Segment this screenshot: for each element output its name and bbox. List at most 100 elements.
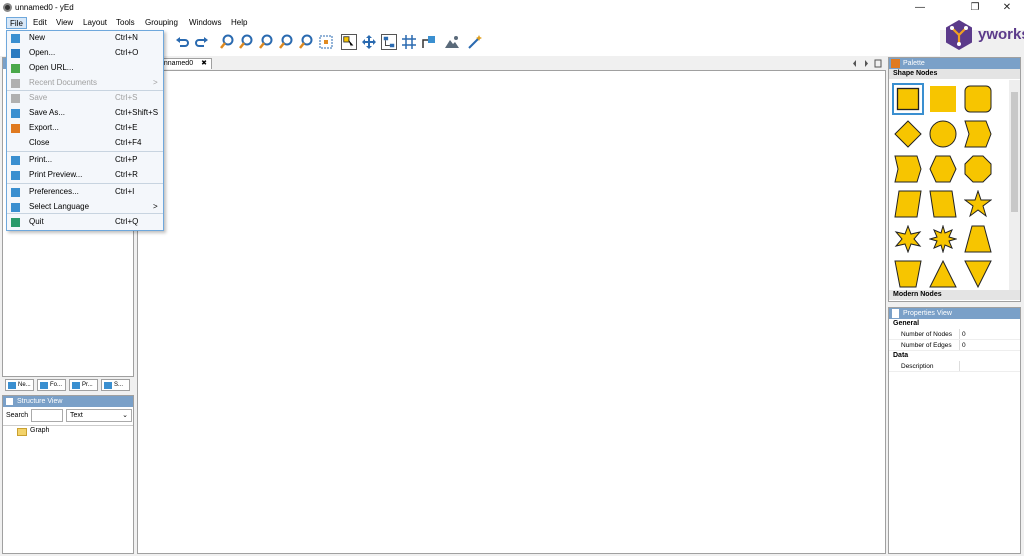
minimize-button[interactable]: — (905, 0, 935, 16)
shape-parallelogram-2[interactable] (929, 190, 957, 218)
file-menu-close[interactable]: Close Ctrl+F4 (7, 136, 163, 150)
file-menu-save-as[interactable]: Save As... Ctrl+Shift+S (7, 106, 163, 120)
menu-layout[interactable]: Layout (80, 17, 110, 29)
ports-icon[interactable] (421, 34, 437, 50)
tab-nav-icons[interactable] (852, 59, 882, 68)
group-data[interactable]: Data (889, 351, 1020, 361)
yworks-logo-text: yworks (978, 26, 1024, 43)
prop-value[interactable]: 0 (959, 329, 1020, 339)
menu-view[interactable]: View (53, 17, 76, 29)
language-icon (11, 203, 20, 212)
fit-content-icon[interactable] (318, 34, 334, 50)
shape-hexagon-tag[interactable] (964, 120, 992, 148)
close-button[interactable]: ✕ (992, 0, 1022, 16)
menu-separator (7, 90, 163, 91)
tab-neighborhood[interactable]: Ne... (5, 379, 34, 391)
shape-square[interactable] (892, 83, 924, 115)
shape-star8[interactable] (929, 225, 957, 253)
tab-close-icon[interactable]: ✖ (201, 59, 207, 69)
file-menu-export[interactable]: Export... Ctrl+E (7, 121, 163, 135)
menu-item-label: Save As... (29, 108, 66, 117)
file-menu-print[interactable]: Print... Ctrl+P (7, 153, 163, 167)
file-menu-dropdown: New Ctrl+N Open... Ctrl+O Open URL... Recent … (6, 30, 164, 231)
menu-help[interactable]: Help (228, 17, 250, 29)
menu-file[interactable]: File (6, 17, 27, 29)
structure-search-input[interactable] (31, 409, 63, 422)
prop-value[interactable] (959, 361, 1020, 371)
shape-fat-arrow[interactable] (894, 155, 922, 183)
undo-icon[interactable] (174, 34, 190, 50)
shape-triangle-down[interactable] (964, 260, 992, 288)
edit-mode-icon[interactable] (341, 34, 357, 50)
photo-icon[interactable] (444, 34, 460, 50)
tab-folding[interactable]: Fo... (37, 379, 66, 391)
modern-nodes-header[interactable]: Modern Nodes (889, 290, 1020, 300)
redo-icon[interactable] (194, 34, 210, 50)
grid-icon[interactable] (401, 34, 417, 50)
palette-title: Palette (889, 58, 1020, 69)
group-general[interactable]: General (889, 319, 1020, 329)
menu-item-shortcut: Ctrl+N (115, 33, 138, 42)
shape-trapezoid[interactable] (964, 225, 992, 253)
modern-nodes-label: Modern Nodes (893, 291, 942, 298)
tab-unnamed0-label: unnamed0 (160, 60, 194, 67)
file-menu-select-language[interactable]: Select Language > (7, 200, 163, 214)
menu-separator (7, 213, 163, 214)
palette-scrollbar-thumb[interactable] (1011, 92, 1018, 212)
file-menu-quit[interactable]: Quit Ctrl+Q (7, 215, 163, 229)
shape-hexagon[interactable] (929, 155, 957, 183)
menu-grouping[interactable]: Grouping (142, 17, 181, 29)
shape-rounded-rectangle[interactable] (964, 85, 992, 113)
structure-filter-select[interactable]: Text ⌄ (66, 409, 132, 422)
zoom-selection-icon[interactable] (298, 34, 314, 50)
tab-neighborhood-icon (8, 382, 16, 389)
search-label: Search (6, 412, 29, 419)
tab-successors[interactable]: S... (101, 379, 130, 391)
file-menu-preferences[interactable]: Preferences... Ctrl+I (7, 185, 163, 199)
shape-star6[interactable] (894, 225, 922, 253)
menu-item-label: Recent Documents (29, 78, 98, 87)
chevron-down-icon: ⌄ (122, 412, 128, 419)
menu-edit[interactable]: Edit (30, 17, 50, 29)
file-menu-open[interactable]: Open... Ctrl+O (7, 46, 163, 60)
tab-neighborhood-label: Ne... (18, 382, 31, 388)
move-icon[interactable] (361, 34, 377, 50)
zoom-in-icon[interactable] (219, 34, 235, 50)
tab-predecessors-icon (72, 382, 80, 389)
zoom-original-icon[interactable] (278, 34, 294, 50)
magic-wand-icon[interactable] (467, 34, 483, 50)
zoom-out-icon[interactable] (238, 34, 254, 50)
shape-star5[interactable] (964, 190, 992, 218)
shape-square-noborder[interactable] (929, 85, 957, 113)
tab-predecessors[interactable]: Pr... (69, 379, 98, 391)
shape-trapezoid-inverted[interactable] (894, 260, 922, 288)
menu-tools[interactable]: Tools (113, 17, 138, 29)
graph-canvas[interactable] (137, 70, 886, 554)
folder-icon (17, 428, 27, 436)
file-menu-save[interactable]: Save Ctrl+S (7, 91, 163, 105)
menu-item-shortcut: Ctrl+S (115, 93, 138, 102)
maximize-button[interactable]: ❐ (960, 0, 990, 16)
zoom-fit-icon[interactable] (258, 34, 274, 50)
menu-separator (7, 183, 163, 184)
file-menu-open-url[interactable]: Open URL... (7, 61, 163, 75)
prop-value[interactable]: 0 (959, 340, 1020, 350)
tree-root-graph[interactable]: Graph (30, 427, 49, 434)
shape-parallelogram[interactable] (894, 190, 922, 218)
shape-triangle[interactable] (929, 260, 957, 288)
shape-ellipse[interactable] (929, 120, 957, 148)
file-menu-print-preview[interactable]: Print Preview... Ctrl+R (7, 168, 163, 182)
window-title: unnamed0 - yEd (15, 3, 74, 12)
palette-scrollbar[interactable] (1009, 80, 1020, 290)
shape-diamond[interactable] (894, 120, 922, 148)
file-menu-recent-documents[interactable]: Recent Documents > (7, 76, 163, 90)
prop-row: Number of Edges 0 (889, 340, 1020, 351)
prop-row: Number of Nodes 0 (889, 329, 1020, 340)
shape-nodes-header[interactable]: Shape Nodes (889, 69, 1020, 79)
menu-windows[interactable]: Windows (186, 17, 224, 29)
file-menu-new[interactable]: New Ctrl+N (7, 31, 163, 45)
hierarchy-icon[interactable] (381, 34, 397, 50)
structure-tree: Graph (3, 425, 133, 553)
shape-octagon[interactable] (964, 155, 992, 183)
structure-view-icon (6, 398, 13, 405)
